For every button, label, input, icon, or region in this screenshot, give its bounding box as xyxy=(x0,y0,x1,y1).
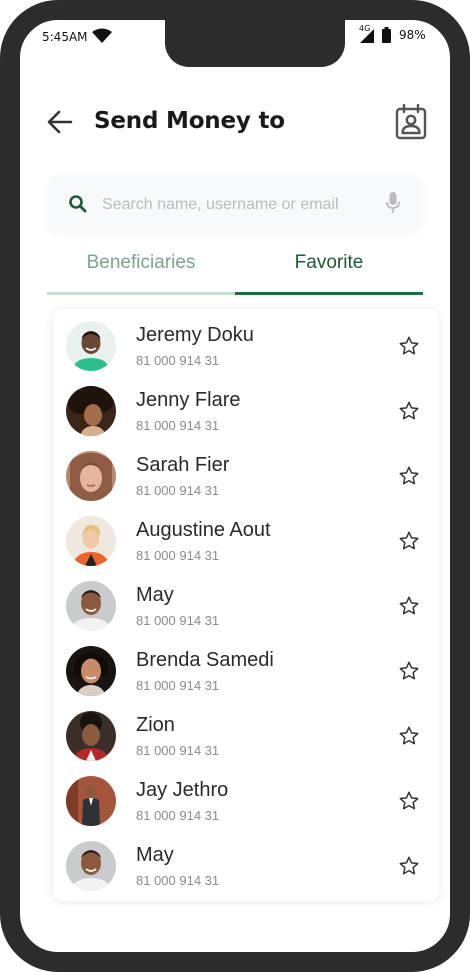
contact-row[interactable]: Sarah Fier 81 000 914 31 xyxy=(53,439,439,504)
contact-name: Zion xyxy=(136,714,175,736)
contact-number: 81 000 914 31 xyxy=(136,353,220,368)
avatar xyxy=(66,321,116,371)
star-icon[interactable] xyxy=(398,595,420,617)
contact-number: 81 000 914 31 xyxy=(136,483,220,498)
contact-name: May xyxy=(136,584,174,606)
contact-row[interactable]: Jay Jethro 81 000 914 31 xyxy=(53,764,439,829)
tab-bar: Beneficiaries Favorite xyxy=(47,252,423,296)
contact-row[interactable]: May 81 000 914 31 xyxy=(53,569,439,634)
contact-name: Jay Jethro xyxy=(136,779,229,801)
contact-number: 81 000 914 31 xyxy=(136,678,220,693)
contact-number: 81 000 914 31 xyxy=(136,743,220,758)
contact-row[interactable]: Augustine Aout 81 000 914 31 xyxy=(53,504,439,569)
microphone-icon[interactable] xyxy=(386,192,400,214)
avatar xyxy=(66,451,116,501)
battery-icon xyxy=(382,27,391,43)
status-right: 4G 98% xyxy=(359,24,426,43)
contact-number: 81 000 914 31 xyxy=(136,808,220,823)
contact-name: Jeremy Doku xyxy=(136,324,254,346)
contact-number: 81 000 914 31 xyxy=(136,873,220,888)
search-input[interactable] xyxy=(100,188,354,222)
tab-underline-inactive xyxy=(47,292,235,295)
star-icon[interactable] xyxy=(398,400,420,422)
search-icon xyxy=(69,195,87,213)
tab-beneficiaries[interactable]: Beneficiaries xyxy=(47,252,235,292)
star-icon[interactable] xyxy=(398,790,420,812)
avatar xyxy=(66,386,116,436)
notch xyxy=(165,20,345,67)
avatar xyxy=(66,516,116,566)
contact-row[interactable]: Zion 81 000 914 31 xyxy=(53,699,439,764)
avatar xyxy=(66,581,116,631)
contact-list: Jeremy Doku 81 000 914 31 Jenny Flare 81… xyxy=(53,309,439,901)
battery-percent: 98% xyxy=(399,28,426,42)
search-bar xyxy=(48,176,422,232)
header: Send Money to xyxy=(46,104,428,144)
contact-number: 81 000 914 31 xyxy=(136,418,220,433)
contact-book-icon[interactable] xyxy=(394,104,428,140)
signal-icon: 4G xyxy=(359,24,374,43)
avatar xyxy=(66,711,116,761)
avatar xyxy=(66,646,116,696)
contact-name: Augustine Aout xyxy=(136,519,271,541)
contact-row[interactable]: Jeremy Doku 81 000 914 31 xyxy=(53,309,439,374)
contact-name: Jenny Flare xyxy=(136,389,241,411)
status-time: 5:45AM xyxy=(42,30,88,44)
avatar xyxy=(66,841,116,891)
star-icon[interactable] xyxy=(398,465,420,487)
star-icon[interactable] xyxy=(398,660,420,682)
contact-row[interactable]: May 81 000 914 31 xyxy=(53,829,439,894)
tab-underline-active xyxy=(235,292,423,295)
star-icon[interactable] xyxy=(398,725,420,747)
avatar xyxy=(66,776,116,826)
contact-number: 81 000 914 31 xyxy=(136,613,220,628)
back-arrow-icon[interactable] xyxy=(46,108,74,136)
contact-name: Brenda Samedi xyxy=(136,649,274,671)
contact-row[interactable]: Jenny Flare 81 000 914 31 xyxy=(53,374,439,439)
star-icon[interactable] xyxy=(398,335,420,357)
contact-name: Sarah Fier xyxy=(136,454,230,476)
network-label: 4G xyxy=(359,24,371,33)
contact-row[interactable]: Brenda Samedi 81 000 914 31 xyxy=(53,634,439,699)
wifi-icon xyxy=(92,28,112,43)
star-icon[interactable] xyxy=(398,855,420,877)
contact-name: May xyxy=(136,844,174,866)
page-title: Send Money to xyxy=(94,108,285,134)
star-icon[interactable] xyxy=(398,530,420,552)
contact-number: 81 000 914 31 xyxy=(136,548,220,563)
tab-favorite[interactable]: Favorite xyxy=(235,252,423,292)
